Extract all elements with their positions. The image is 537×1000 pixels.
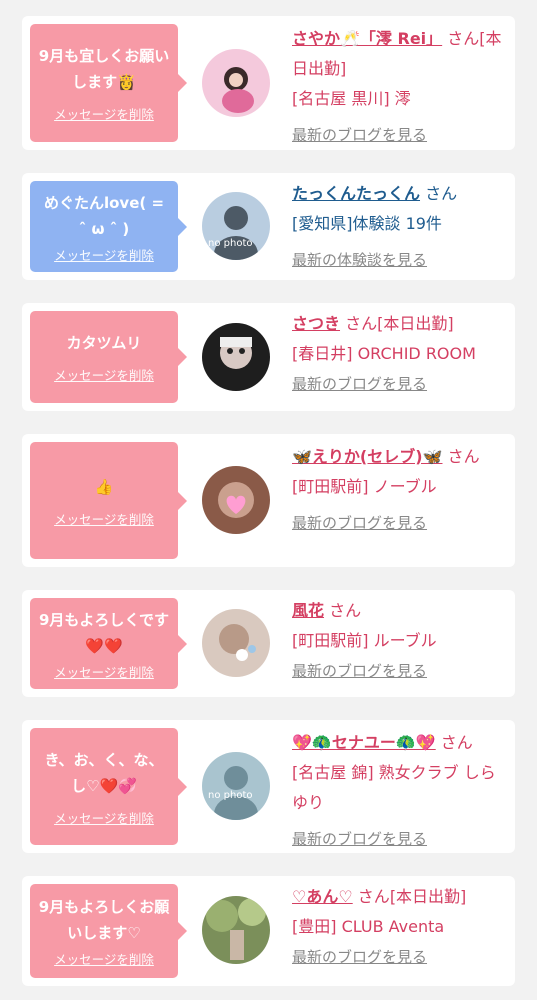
honorific: さん <box>447 29 480 48</box>
honorific: さん <box>447 447 480 466</box>
no-photo-text: no photo <box>208 790 252 801</box>
message-card: 9月もよろしくです❤️❤️ メッセージを削除 風花 さん [町田駅前] ルーブル… <box>22 590 515 697</box>
profile-info: 風花 さん [町田駅前] ルーブル 最新のブログを見る <box>292 596 507 686</box>
shop-info: [名古屋 黒川] 澪 <box>292 89 411 108</box>
message-text: 9月も宜しくお願いします👸 <box>38 47 170 91</box>
profile-info: ♡あん♡ さん[本日出勤] [豊田] CLUB Aventa 最新のブログを見る <box>292 882 507 972</box>
avatar-photo <box>202 896 270 964</box>
delete-message-link[interactable]: メッセージを削除 <box>54 512 154 528</box>
message-bubble: 9月もよろしくお願いします♡ メッセージを削除 <box>30 884 187 978</box>
shop-info: [豊田] CLUB Aventa <box>292 917 445 936</box>
avatar-photo <box>202 609 270 677</box>
avatar[interactable] <box>202 609 270 677</box>
message-text: めぐたんlove( = ˆ ω ˆ ) <box>43 193 165 238</box>
message-bubble: 9月もよろしくです❤️❤️ メッセージを削除 <box>30 598 187 689</box>
blog-link[interactable]: 最新のブログを見る <box>292 120 507 150</box>
avatar[interactable]: no photo <box>202 752 270 820</box>
attendance-status: [本日出勤] <box>389 887 467 906</box>
delete-message-link[interactable]: メッセージを削除 <box>54 811 154 827</box>
shop-info: [町田駅前] ノーブル <box>292 477 437 496</box>
delete-message-link[interactable]: メッセージを削除 <box>54 107 154 123</box>
message-text: 👍 <box>94 477 114 496</box>
delete-message-link[interactable]: メッセージを削除 <box>54 248 154 264</box>
no-photo-avatar: no photo <box>202 752 270 820</box>
avatar-photo <box>202 49 270 117</box>
message-bubble: き、お、く、な、し♡❤️💞 メッセージを削除 <box>30 728 187 845</box>
delete-message-link[interactable]: メッセージを削除 <box>54 952 154 968</box>
message-card: カタツムリ メッセージを削除 さつき さん[本日出勤] [春日井] ORCHID… <box>22 303 515 411</box>
blog-link[interactable]: 最新のブログを見る <box>292 824 507 854</box>
message-card: 👍 メッセージを削除 🦋えりか(セレブ)🦋 さん [町田駅前] ノーブル 最新の… <box>22 434 515 567</box>
profile-name-link[interactable]: たっくんたっくん <box>292 184 420 203</box>
avatar[interactable] <box>202 466 270 534</box>
message-card: めぐたんlove( = ˆ ω ˆ ) メッセージを削除 no photo たっ… <box>22 173 515 280</box>
avatar[interactable] <box>202 896 270 964</box>
blog-link[interactable]: 最新のブログを見る <box>292 656 507 686</box>
review-link[interactable]: 最新の体験談を見る <box>292 245 507 275</box>
profile-info: 💖🦚セナユー🦚💖 さん [名古屋 錦] 熟女クラブ しらゆり 最新のブログを見る <box>292 728 507 854</box>
blog-link[interactable]: 最新のブログを見る <box>292 369 507 399</box>
shop-info: [町田駅前] ルーブル <box>292 631 437 650</box>
profile-name-link[interactable]: 💖🦚セナユー🦚💖 <box>292 733 436 752</box>
profile-name-link[interactable]: ♡あん♡ <box>292 887 353 906</box>
no-photo-text: no photo <box>208 238 252 249</box>
profile-info: 🦋えりか(セレブ)🦋 さん [町田駅前] ノーブル 最新のブログを見る <box>292 442 507 538</box>
profile-info: たっくんたっくん さん [愛知県]体験談 19件 最新の体験談を見る <box>292 179 507 275</box>
attendance-status: [本日出勤] <box>377 314 454 333</box>
profile-name-link[interactable]: 🦋えりか(セレブ)🦋 <box>292 447 442 466</box>
message-bubble: 9月も宜しくお願いします👸 メッセージを削除 <box>30 24 187 142</box>
honorific: さん <box>425 184 458 203</box>
honorific: さん <box>440 733 473 752</box>
message-bubble: 👍 メッセージを削除 <box>30 442 187 559</box>
blog-link[interactable]: 最新のブログを見る <box>292 508 507 538</box>
shop-info: [名古屋 錦] 熟女クラブ しらゆり <box>292 763 496 812</box>
blog-link[interactable]: 最新のブログを見る <box>292 942 507 972</box>
delete-message-link[interactable]: メッセージを削除 <box>54 368 154 384</box>
profile-name-link[interactable]: さつき <box>292 314 340 333</box>
profile-name-link[interactable]: さやか🥂「澪 Rei」 <box>292 29 442 48</box>
message-card: 9月も宜しくお願いします👸 メッセージを削除 さやか🥂「澪 Rei」 さん[本日… <box>22 16 515 150</box>
message-text: 9月もよろしくお願いします♡ <box>38 898 170 942</box>
message-text: き、お、く、な、し♡❤️💞 <box>44 750 164 795</box>
no-photo-avatar: no photo <box>202 192 270 260</box>
avatar-photo <box>202 466 270 534</box>
profile-name-link[interactable]: 風花 <box>292 601 324 620</box>
review-count: [愛知県]体験談 19件 <box>292 214 442 233</box>
profile-info: さやか🥂「澪 Rei」 さん[本日出勤] [名古屋 黒川] 澪 最新のブログを見… <box>292 24 507 150</box>
message-card: 9月もよろしくお願いします♡ メッセージを削除 ♡あん♡ さん[本日出勤] [豊… <box>22 876 515 986</box>
avatar-photo <box>202 323 270 391</box>
avatar[interactable]: no photo <box>202 192 270 260</box>
honorific: さん <box>357 887 390 906</box>
avatar[interactable] <box>202 49 270 117</box>
message-text: 9月もよろしくです❤️❤️ <box>39 610 169 655</box>
message-card: き、お、く、な、し♡❤️💞 メッセージを削除 no photo 💖🦚セナユー🦚💖… <box>22 720 515 853</box>
shop-info: [春日井] ORCHID ROOM <box>292 344 476 363</box>
profile-info: さつき さん[本日出勤] [春日井] ORCHID ROOM 最新のブログを見る <box>292 309 507 399</box>
honorific: さん <box>329 601 362 620</box>
message-text: カタツムリ <box>66 334 142 352</box>
honorific: さん <box>345 314 378 333</box>
message-bubble: カタツムリ メッセージを削除 <box>30 311 187 403</box>
delete-message-link[interactable]: メッセージを削除 <box>54 665 154 681</box>
avatar[interactable] <box>202 323 270 391</box>
message-bubble: めぐたんlove( = ˆ ω ˆ ) メッセージを削除 <box>30 181 187 272</box>
